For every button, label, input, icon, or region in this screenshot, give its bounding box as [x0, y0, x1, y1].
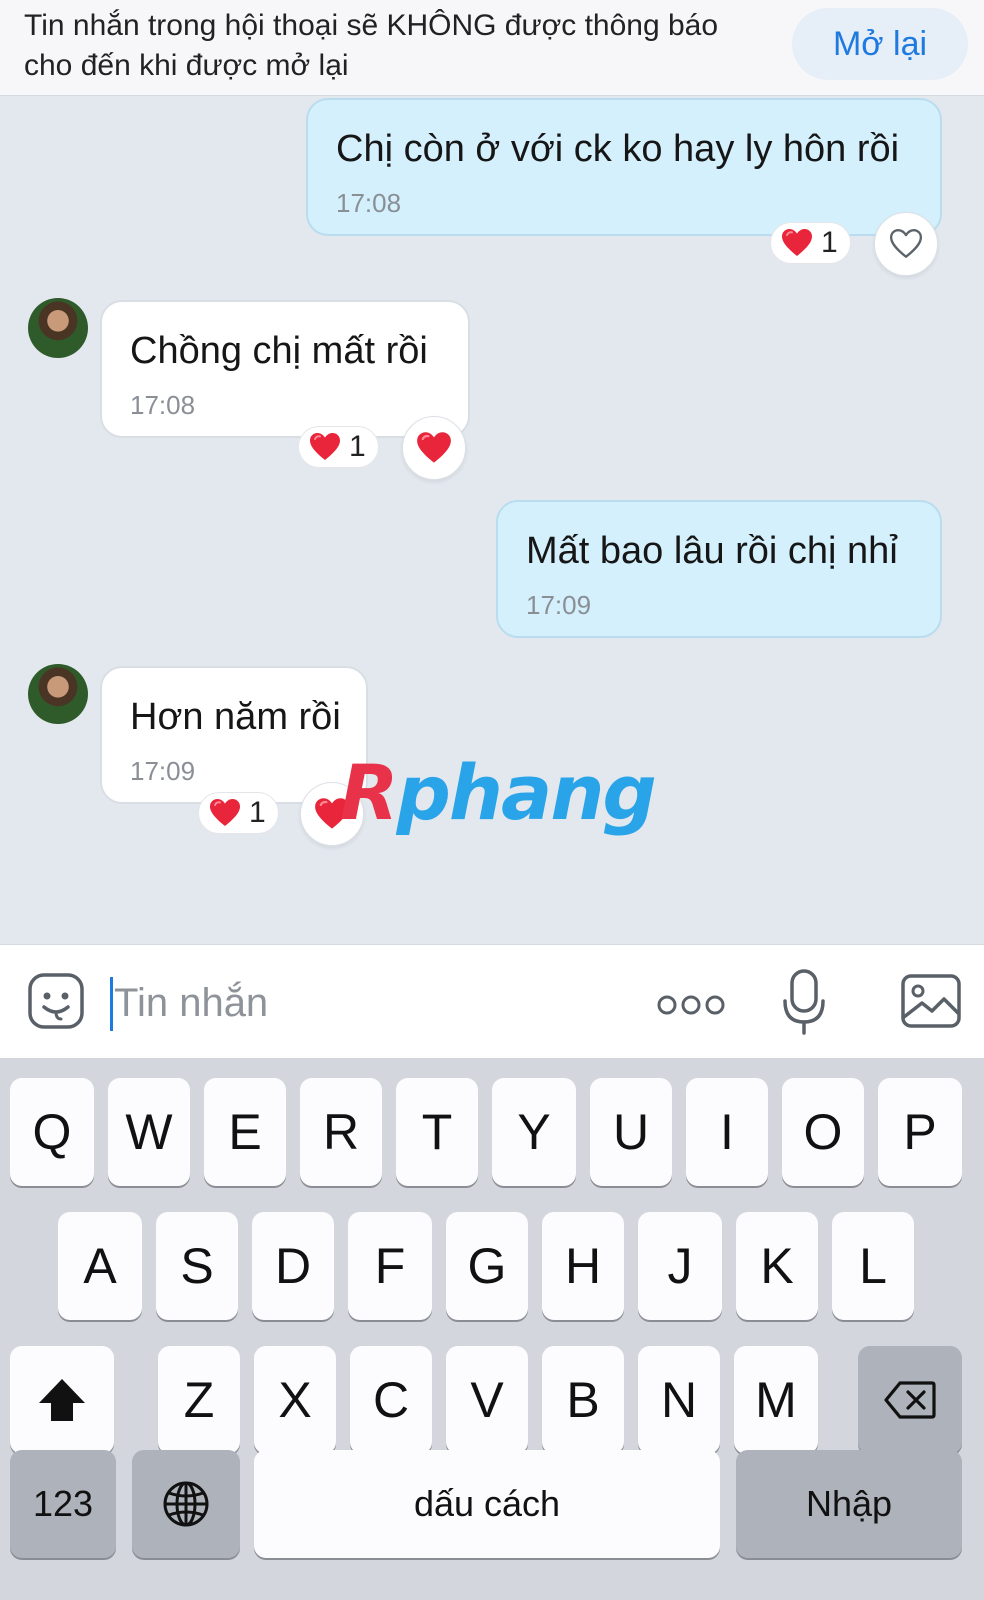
key-h[interactable]: H — [542, 1212, 624, 1320]
message-text: Chồng chị mất rồi — [130, 330, 428, 372]
microphone-icon — [783, 969, 825, 1035]
key-y[interactable]: Y — [492, 1078, 576, 1186]
reopen-button[interactable]: Mở lại — [792, 8, 968, 80]
key-o[interactable]: O — [782, 1078, 864, 1186]
key-s[interactable]: S — [156, 1212, 238, 1320]
heart-icon — [209, 798, 241, 828]
key-p[interactable]: P — [878, 1078, 962, 1186]
heart-filled-icon — [416, 431, 452, 465]
heart-icon — [309, 432, 341, 462]
language-key[interactable] — [132, 1450, 240, 1558]
image-icon — [901, 974, 961, 1028]
more-icon — [657, 995, 725, 1015]
message-input[interactable] — [114, 975, 594, 1031]
message-time: 17:09 — [130, 756, 196, 786]
reaction-summary[interactable]: 1 — [770, 222, 851, 264]
numbers-key[interactable]: 123 — [10, 1450, 116, 1558]
reaction-count: 1 — [249, 796, 266, 829]
space-key[interactable]: dấu cách — [254, 1450, 720, 1558]
key-l[interactable]: L — [832, 1212, 914, 1320]
key-i[interactable]: I — [686, 1078, 768, 1186]
key-n[interactable]: N — [638, 1346, 720, 1454]
globe-icon — [163, 1481, 209, 1527]
more-options-button[interactable] — [656, 985, 726, 1025]
key-t[interactable]: T — [396, 1078, 478, 1186]
key-c[interactable]: C — [350, 1346, 432, 1454]
reaction-summary[interactable]: 1 — [198, 792, 279, 834]
composer-bar — [0, 944, 984, 1058]
emoji-icon — [28, 973, 84, 1029]
voice-message-button[interactable] — [782, 967, 826, 1037]
watermark-logo: Rphang — [340, 748, 657, 837]
key-x[interactable]: X — [254, 1346, 336, 1454]
key-z[interactable]: Z — [158, 1346, 240, 1454]
outgoing-message[interactable]: Mất bao lâu rồi chị nhỉ 17:09 — [496, 500, 942, 638]
contact-avatar[interactable] — [28, 664, 88, 724]
message-time: 17:09 — [526, 590, 592, 620]
key-w[interactable]: W — [108, 1078, 190, 1186]
reaction-count: 1 — [821, 226, 838, 259]
key-q[interactable]: Q — [10, 1078, 94, 1186]
text-cursor — [110, 977, 113, 1031]
key-d[interactable]: D — [252, 1212, 334, 1320]
on-screen-keyboard: Q W E R T Y U I O P A S D F G H J K L Z … — [0, 1058, 984, 1600]
mute-banner: Tin nhắn trong hội thoại sẽ KHÔNG được t… — [0, 0, 984, 96]
key-g[interactable]: G — [446, 1212, 528, 1320]
key-k[interactable]: K — [736, 1212, 818, 1320]
shift-icon — [39, 1379, 85, 1421]
emoji-button[interactable] — [26, 971, 86, 1031]
react-button[interactable] — [402, 416, 466, 480]
heart-outline-icon — [889, 228, 923, 260]
backspace-icon — [884, 1381, 936, 1419]
send-image-button[interactable] — [900, 973, 962, 1029]
message-text: Mất bao lâu rồi chị nhỉ — [526, 530, 898, 572]
return-key[interactable]: Nhập — [736, 1450, 962, 1558]
key-f[interactable]: F — [348, 1212, 432, 1320]
message-text: Chị còn ở với ck ko hay ly hôn rồi — [336, 128, 900, 170]
contact-avatar[interactable] — [28, 298, 88, 358]
react-button[interactable] — [874, 212, 938, 276]
key-v[interactable]: V — [446, 1346, 528, 1454]
key-u[interactable]: U — [590, 1078, 672, 1186]
reaction-summary[interactable]: 1 — [298, 426, 379, 468]
outgoing-message[interactable]: Chị còn ở với ck ko hay ly hôn rồi 17:08 — [306, 98, 942, 236]
mute-notice-text: Tin nhắn trong hội thoại sẽ KHÔNG được t… — [24, 9, 719, 82]
incoming-message[interactable]: Chồng chị mất rồi 17:08 — [100, 300, 470, 438]
heart-icon — [781, 228, 813, 258]
key-e[interactable]: E — [204, 1078, 286, 1186]
message-text: Hơn năm rồi — [130, 696, 341, 738]
message-time: 17:08 — [130, 390, 196, 420]
reaction-count: 1 — [349, 430, 366, 463]
shift-key[interactable] — [10, 1346, 114, 1454]
backspace-key[interactable] — [858, 1346, 962, 1454]
key-j[interactable]: J — [638, 1212, 722, 1320]
key-a[interactable]: A — [58, 1212, 142, 1320]
message-time: 17:08 — [336, 188, 402, 218]
key-r[interactable]: R — [300, 1078, 382, 1186]
key-m[interactable]: M — [734, 1346, 818, 1454]
key-b[interactable]: B — [542, 1346, 624, 1454]
